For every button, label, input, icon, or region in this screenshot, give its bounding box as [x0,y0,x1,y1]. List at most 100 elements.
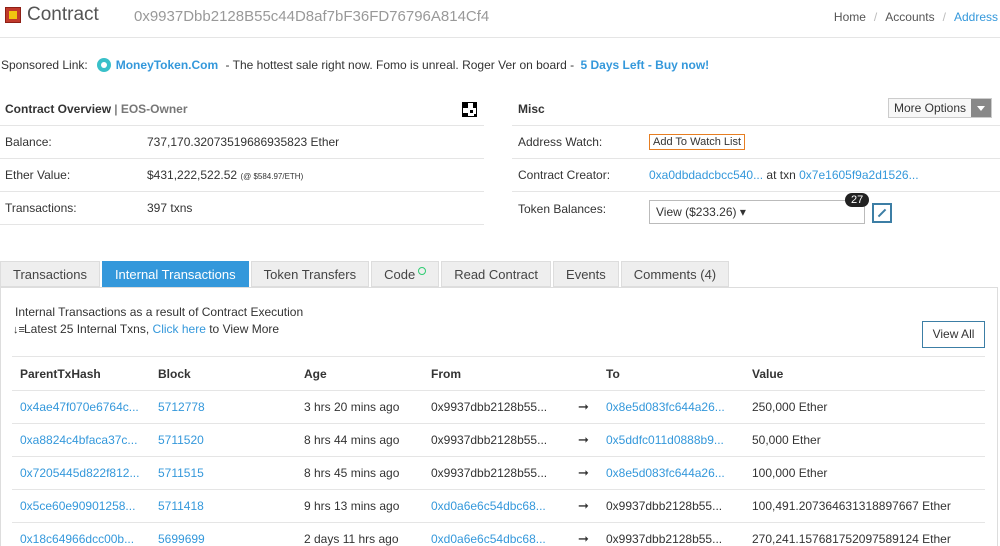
tab-comments[interactable]: Comments (4) [620,261,730,287]
age-cell: 8 hrs 44 mins ago [304,423,431,457]
from-address: 0x9937dbb2128b55... [431,423,578,457]
value-cell: 50,000 Ether [752,423,985,457]
to-address: 0x9937dbb2128b55... [606,522,752,546]
column-header-age: Age [304,356,431,391]
add-to-watch-list-button[interactable]: Add To Watch List [649,134,746,150]
table-row: 0x18c64966dcc00b... 5699699 2 days 11 hr… [12,522,985,546]
qr-code-icon[interactable] [462,102,477,117]
transactions-row: Transactions: 397 txns [0,192,484,225]
overview-title: Contract Overview [5,102,112,116]
breadcrumb-address[interactable]: Address [954,10,998,24]
arrow-right-icon: ➞ [578,456,606,490]
breadcrumb-separator: / [942,10,946,24]
value-cell: 100,000 Ether [752,456,985,490]
parent-tx-hash-link[interactable]: 0x4ae47f070e6764c... [20,400,139,414]
to-address-link[interactable]: 0x5ddfc011d0888b9... [606,433,724,447]
parent-tx-hash-link[interactable]: 0x18c64966dcc00b... [20,532,134,546]
sponsored-cta-link[interactable]: 5 Days Left - Buy now! [580,58,709,72]
tab-code[interactable]: Code [371,261,440,287]
table-row: 0x5ce60e90901258... 5711418 9 hrs 13 min… [12,489,985,523]
age-cell: 9 hrs 13 mins ago [304,489,431,523]
table-row: 0x7205445d822f812... 5711515 8 hrs 45 mi… [12,456,985,490]
from-address-link[interactable]: 0xd0a6e6c54dbc68... [431,499,546,513]
internal-title: Internal Transactions as a result of Con… [15,305,304,319]
from-address-link[interactable]: 0xd0a6e6c54dbc68... [431,532,546,546]
tab-read-contract[interactable]: Read Contract [441,261,552,287]
overview-header: Contract Overview | EOS-Owner [0,93,484,126]
table-header-row: ParentTxHash Block Age From To Value [12,356,985,391]
tab-code-label: Code [384,267,416,282]
block-link[interactable]: 5711515 [158,466,204,480]
table-row: 0x4ae47f070e6764c... 5712778 3 hrs 20 mi… [12,390,985,424]
sponsored-link: Sponsored Link: MoneyToken.Com - The hot… [1,58,709,72]
to-address-link[interactable]: 0x8e5d083fc644a26... [606,466,725,480]
internal-subtitle: ↓≡Latest 25 Internal Txns, Click here to… [13,322,279,336]
value-cell: 270,241.157681752097589124 Ether [752,522,985,546]
parent-tx-hash-link[interactable]: 0xa8824c4bfaca37c... [20,433,137,447]
view-more-text: to View More [205,322,280,336]
token-balances-label: Token Balances: [518,201,607,216]
ether-value-row: Ether Value: $431,222,522.52 (@ $584.97/… [0,159,484,192]
address-watch-row: Address Watch: Add To Watch List [512,126,1000,159]
sponsored-name-link[interactable]: MoneyToken.Com [116,58,218,72]
latest-text: Latest 25 Internal Txns, [24,322,153,336]
sort-icon: ↓≡ [13,324,25,336]
block-link[interactable]: 5712778 [158,400,205,414]
balance-value: 737,170.32073519686935823 Ether [147,135,340,149]
transactions-value: 397 txns [147,201,193,215]
verified-check-icon [418,267,427,275]
overview-subtitle: EOS-Owner [120,102,188,116]
block-link[interactable]: 5711520 [158,433,204,447]
click-here-link[interactable]: Click here [153,322,206,336]
view-all-button[interactable]: View All [922,321,985,348]
tab-internal-transactions[interactable]: Internal Transactions [101,261,249,287]
token-balances-select[interactable]: View ($233.26) ▾ [649,200,865,224]
sponsored-label: Sponsored Link: [1,58,88,72]
overview-separator: | [111,102,121,116]
contract-address: 0x9937Dbb2128B55c44D8af7bF36FD76796A814C… [134,8,490,25]
tab-bar: Transactions Internal Transactions Token… [0,261,1000,287]
from-address: 0x9937dbb2128b55... [431,390,578,424]
expand-icon[interactable] [872,203,892,223]
creator-txn-link[interactable]: 0x7e1605f9a2d1526... [799,168,918,182]
creator-at-text: at txn [763,168,800,182]
creator-address-link[interactable]: 0xa0dbdadcbcc540... [649,168,763,182]
breadcrumb-home[interactable]: Home [834,10,866,24]
ether-rate: (@ $584.97/ETH) [240,172,304,181]
token-balances-row: Token Balances: View ($233.26) ▾ 27 [512,192,1000,225]
column-header-block: Block [158,356,304,391]
contract-creator-label: Contract Creator: [518,168,611,182]
column-header-parenttxhash: ParentTxHash [12,356,158,391]
age-cell: 2 days 11 hrs ago [304,522,431,546]
value-cell: 100,491.207364631318897667 Ether [752,489,985,523]
block-link[interactable]: 5699699 [158,532,205,546]
column-header-to: To [606,356,752,391]
page-title: Contract [27,4,99,25]
age-cell: 3 hrs 20 mins ago [304,390,431,424]
misc-title: Misc [518,102,545,116]
value-cell: 250,000 Ether [752,390,985,424]
tab-transactions[interactable]: Transactions [0,261,100,287]
column-header-from: From [431,356,578,391]
ether-value-label: Ether Value: [5,168,71,182]
table-row: 0xa8824c4bfaca37c... 5711520 8 hrs 44 mi… [12,423,985,457]
breadcrumb-accounts[interactable]: Accounts [885,10,934,24]
more-options-button[interactable]: More Options [887,98,992,118]
contract-overview-panel: Contract Overview | EOS-Owner Balance: 7… [0,93,484,225]
breadcrumb-separator: / [873,10,878,24]
to-address-link[interactable]: 0x8e5d083fc644a26... [606,400,725,414]
block-link[interactable]: 5711418 [158,499,204,513]
balance-label: Balance: [5,135,52,149]
ether-value: $431,222,522.52 [147,168,238,182]
page-header: Contract 0x9937Dbb2128B55c44D8af7bF36FD7… [0,0,1000,38]
address-watch-label: Address Watch: [518,135,603,149]
column-header-value: Value [752,356,985,391]
tab-events[interactable]: Events [553,261,619,287]
parent-tx-hash-link[interactable]: 0x7205445d822f812... [20,466,139,480]
sponsored-text: - The hottest sale right now. Fomo is un… [222,58,578,72]
column-header-arrow [578,356,606,391]
to-address: 0x9937dbb2128b55... [606,489,752,523]
contract-icon [5,7,21,23]
parent-tx-hash-link[interactable]: 0x5ce60e90901258... [20,499,135,513]
tab-token-transfers[interactable]: Token Transfers [250,261,370,287]
